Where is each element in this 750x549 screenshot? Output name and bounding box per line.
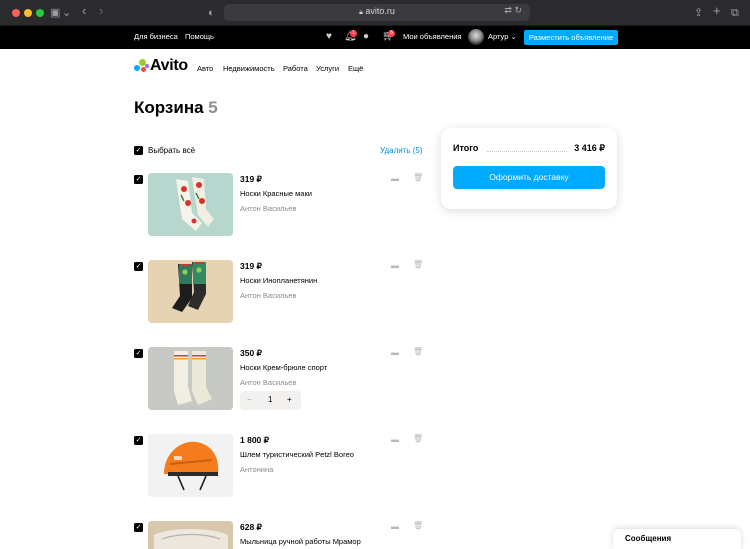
- message-seller-icon[interactable]: ▬: [391, 174, 399, 184]
- cart-count: 5: [208, 98, 218, 117]
- quantity-stepper: − 1 +: [240, 391, 301, 410]
- item-price: 319 ₽: [240, 174, 262, 184]
- item-seller[interactable]: Антонина: [240, 465, 273, 474]
- item-checkbox[interactable]: ✓: [134, 175, 143, 184]
- item-image[interactable]: [148, 521, 233, 549]
- order-summary-card: Итого 3 416 ₽ Оформить доставку: [441, 128, 617, 209]
- item-title[interactable]: Носки Красные маки: [240, 189, 312, 198]
- helmet-image: [148, 434, 233, 497]
- sidebar-icon[interactable]: ▣: [50, 5, 60, 21]
- back-icon[interactable]: ‹: [82, 3, 86, 19]
- item-price: 628 ₽: [240, 522, 262, 532]
- item-checkbox[interactable]: ✓: [134, 262, 143, 271]
- zoom-window-button[interactable]: [36, 9, 44, 17]
- messages-tab-label: Сообщения: [625, 534, 672, 543]
- item-price: 1 800 ₽: [240, 435, 270, 445]
- logo-text: Avito: [150, 57, 188, 74]
- trash-icon[interactable]: 🗑︎: [413, 173, 423, 183]
- socks-red-poppies-image: [148, 173, 233, 236]
- trash-icon[interactable]: 🗑︎: [413, 434, 423, 444]
- user-menu[interactable]: Артур ⌄: [488, 32, 517, 41]
- messages-tab[interactable]: Сообщения: [613, 529, 741, 549]
- message-seller-icon[interactable]: ▬: [391, 522, 399, 532]
- cart-badge: 5: [388, 30, 395, 37]
- item-price: 319 ₽: [240, 261, 262, 271]
- item-checkbox[interactable]: ✓: [134, 523, 143, 532]
- close-window-button[interactable]: [12, 9, 20, 17]
- increase-quantity-button[interactable]: +: [287, 395, 292, 404]
- page-title: Корзина 5: [134, 98, 218, 118]
- new-tab-icon[interactable]: +: [713, 3, 721, 19]
- tab-overview-icon[interactable]: ⧉: [731, 5, 739, 21]
- address-bar[interactable]: 🔒︎ avito.ru ⇄ ↻: [224, 4, 530, 21]
- heart-icon[interactable]: ♥: [326, 31, 332, 43]
- trash-icon[interactable]: 🗑︎: [413, 260, 423, 270]
- checkout-button[interactable]: Оформить доставку: [453, 166, 605, 189]
- item-image[interactable]: [148, 434, 233, 497]
- nav-item-more[interactable]: Ещё: [348, 64, 363, 73]
- item-checkbox[interactable]: ✓: [134, 349, 143, 358]
- decrease-quantity-button[interactable]: −: [247, 395, 252, 404]
- cart-title: Корзина: [134, 98, 204, 117]
- post-ad-button[interactable]: Разместить объявление: [524, 30, 618, 45]
- item-title[interactable]: Носки Инопланетянин: [240, 276, 317, 285]
- my-ads-link[interactable]: Мои объявления: [403, 32, 462, 41]
- total-divider: [487, 151, 567, 152]
- item-title[interactable]: Носки Крем-брюле спорт: [240, 363, 327, 372]
- item-image[interactable]: [148, 260, 233, 323]
- share-icon[interactable]: ⇪: [694, 5, 703, 21]
- trash-icon[interactable]: 🗑︎: [413, 521, 423, 531]
- url-text: 🔒︎ avito.ru: [359, 6, 395, 16]
- forward-icon[interactable]: ›: [99, 3, 103, 19]
- message-seller-icon[interactable]: ▬: [391, 435, 399, 445]
- lock-icon: 🔒︎: [359, 9, 363, 16]
- browser-toolbar: ▣ ⌄ ‹ › ◐ 🔒︎ avito.ru ⇄ ↻ ⇪ + ⧉: [0, 0, 750, 26]
- nav-item-realty[interactable]: Недвижимость: [223, 64, 275, 73]
- item-title[interactable]: Мыльница ручной работы Мрамор: [240, 537, 361, 546]
- total-value: 3 416 ₽: [574, 143, 605, 153]
- chevron-down-icon: ⌄: [508, 32, 517, 41]
- avatar[interactable]: [468, 29, 484, 45]
- item-title[interactable]: Шлем туристический Petzl Boreo: [240, 450, 354, 459]
- reload-icon[interactable]: ⇄ ↻: [504, 5, 522, 16]
- minimize-window-button[interactable]: [24, 9, 32, 17]
- chat-icon[interactable]: ●: [363, 31, 369, 43]
- socks-creme-brulee-image: [148, 347, 233, 410]
- help-link[interactable]: Помощь: [185, 32, 214, 41]
- trash-icon[interactable]: 🗑︎: [413, 347, 423, 357]
- shield-icon[interactable]: ◐: [208, 5, 215, 21]
- soap-dish-image: [148, 521, 233, 549]
- item-image[interactable]: [148, 347, 233, 410]
- socks-alien-image: [148, 260, 233, 323]
- item-image[interactable]: [148, 173, 233, 236]
- chevron-down-icon[interactable]: ⌄: [62, 5, 71, 21]
- message-seller-icon[interactable]: ▬: [391, 348, 399, 358]
- quantity-value: 1: [268, 395, 273, 404]
- item-checkbox[interactable]: ✓: [134, 436, 143, 445]
- item-seller[interactable]: Антон Васильев: [240, 291, 296, 300]
- item-price: 350 ₽: [240, 348, 262, 358]
- item-seller[interactable]: Антон Васильев: [240, 204, 296, 213]
- message-seller-icon[interactable]: ▬: [391, 261, 399, 271]
- delete-all-link[interactable]: Удалить (5): [380, 146, 423, 155]
- select-all-label: Выбрать всё: [148, 146, 196, 155]
- select-all-checkbox[interactable]: ✓: [134, 146, 143, 155]
- nav-item-services[interactable]: Услуги: [316, 64, 339, 73]
- business-link[interactable]: Для бизнеса: [134, 32, 178, 41]
- site-topbar: Для бизнеса Помощь ♥ 🔔︎ 1 ● 🛒︎ 5 Мои объ…: [0, 26, 750, 49]
- nav-item-auto[interactable]: Авто: [197, 64, 213, 73]
- user-name: Артур: [488, 32, 509, 41]
- item-seller[interactable]: Антон Васильев: [240, 378, 296, 387]
- notifications-badge: 1: [350, 30, 357, 37]
- total-label: Итого: [453, 143, 479, 153]
- nav-item-jobs[interactable]: Работа: [283, 64, 308, 73]
